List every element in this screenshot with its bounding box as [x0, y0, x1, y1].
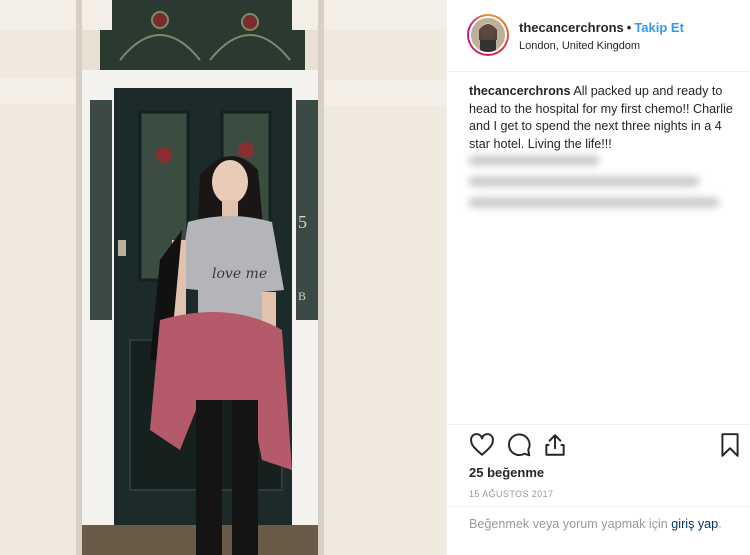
follow-button[interactable]: Takip Et	[634, 20, 684, 35]
avatar[interactable]	[469, 16, 507, 54]
login-link[interactable]: giriş yap	[671, 517, 718, 531]
separator-dot: •	[626, 20, 632, 35]
door-number: 5	[298, 212, 307, 232]
login-prompt: Beğenmek veya yorum yapmak için giriş ya…	[469, 516, 731, 533]
post-caption: thecancerchrons All packed up and ready …	[469, 83, 739, 153]
location-link[interactable]: London, United Kingdom	[519, 40, 640, 52]
username-link[interactable]: thecancerchrons	[519, 20, 624, 35]
shirt-print: love me	[212, 266, 267, 282]
login-prompt-text: Beğenmek veya yorum yapmak için	[469, 517, 668, 531]
login-suffix: .	[718, 517, 722, 531]
blurred-comment	[469, 156, 739, 220]
heart-icon[interactable]	[469, 432, 495, 458]
action-bar	[469, 432, 739, 460]
post-date[interactable]: 15 AĞUSTOS 2017	[469, 489, 553, 499]
avatar-image	[471, 18, 505, 52]
likes-count[interactable]: 25 beğenme	[469, 465, 544, 480]
post-photo[interactable]: 5 B love me	[0, 0, 446, 555]
header-line: thecancerchrons • Takip Et	[519, 20, 684, 35]
post-panel: thecancerchrons • Takip Et London, United …	[446, 0, 750, 555]
photo-illustration: 5 B love me	[0, 0, 446, 555]
bookmark-icon[interactable]	[717, 432, 743, 458]
divider	[447, 424, 750, 425]
caption-username[interactable]: thecancerchrons	[469, 84, 571, 98]
comment-icon[interactable]	[506, 432, 532, 458]
story-ring[interactable]	[467, 14, 509, 56]
door-letter: B	[298, 289, 306, 303]
post-header: thecancerchrons • Takip Et London, United …	[447, 0, 750, 72]
share-icon[interactable]	[542, 432, 568, 458]
divider	[447, 506, 750, 507]
